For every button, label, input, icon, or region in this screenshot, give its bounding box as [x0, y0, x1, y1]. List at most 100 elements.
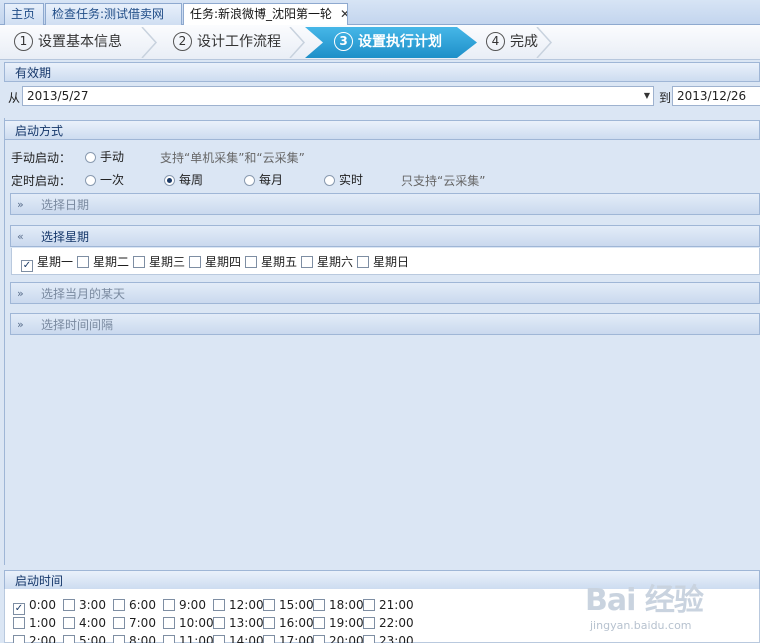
wizard-steps: 1 设置基本信息 2 设计工作流程 3 设置执行计划 4 完成: [0, 25, 760, 60]
hour-checkbox[interactable]: 4:00: [63, 616, 106, 630]
hour-checkbox[interactable]: ✓ 0:00: [13, 598, 56, 615]
radio-circle: [244, 175, 255, 186]
manual-radio[interactable]: 手动: [85, 150, 124, 164]
timed-realtime-radio[interactable]: 实时: [324, 173, 363, 187]
timed-once-radio[interactable]: 一次: [85, 173, 124, 187]
hour-checkbox[interactable]: 9:00: [163, 598, 206, 612]
checkbox: [301, 256, 313, 268]
checkbox-label: 星期三: [149, 255, 186, 269]
hour-checkbox[interactable]: 13:00: [213, 616, 264, 630]
checkbox-label: 20:00: [329, 634, 364, 643]
to-label: 到: [659, 91, 672, 105]
checkbox: [363, 617, 375, 629]
hour-checkbox[interactable]: 16:00: [263, 616, 314, 630]
chevron-down-icon[interactable]: ▼: [644, 87, 650, 105]
hour-checkbox[interactable]: 17:00: [263, 634, 314, 643]
tab-current-task[interactable]: 任务:新浪微博_沈阳第一轮 ✕: [183, 3, 348, 26]
weekday-checkbox-thu[interactable]: 星期四: [189, 255, 241, 269]
select-date-panel-header[interactable]: » 选择日期: [10, 193, 760, 215]
double-chevron-down-icon: »: [17, 287, 24, 300]
checkbox: [189, 256, 201, 268]
hour-checkbox[interactable]: 11:00: [163, 634, 214, 643]
hour-checkbox[interactable]: 8:00: [113, 634, 156, 643]
hour-checkbox[interactable]: 18:00: [313, 598, 364, 612]
panel-title: 选择当月的某天: [41, 287, 126, 301]
checkbox: [113, 617, 125, 629]
weekday-checkbox-fri[interactable]: 星期五: [245, 255, 297, 269]
step-number: 3: [334, 32, 353, 51]
hour-checkbox[interactable]: 7:00: [113, 616, 156, 630]
checkbox-label: 3:00: [79, 598, 106, 612]
from-date-combo[interactable]: 2013/5/27 ▼: [22, 86, 654, 106]
timed-weekly-radio[interactable]: 每周: [164, 173, 203, 187]
checkbox: [13, 635, 25, 643]
weekday-checkbox-sat[interactable]: 星期六: [301, 255, 353, 269]
hour-checkbox[interactable]: 2:00: [13, 634, 56, 643]
checkbox-label: 11:00: [179, 634, 214, 643]
hour-checkbox[interactable]: 23:00: [363, 634, 414, 643]
checkbox-label: 23:00: [379, 634, 414, 643]
hour-checkbox[interactable]: 14:00: [213, 634, 264, 643]
checkbox: [263, 635, 275, 643]
hour-checkbox[interactable]: 6:00: [113, 598, 156, 612]
checkbox-label: 15:00: [279, 598, 314, 612]
wizard-step-4[interactable]: 4 完成: [486, 27, 538, 58]
close-icon[interactable]: ✕: [340, 4, 347, 24]
checkbox: [63, 635, 75, 643]
checkbox-label: 星期一: [37, 255, 74, 269]
manual-start-label: 手动启动：: [11, 151, 72, 165]
checkbox: [213, 617, 225, 629]
hour-checkbox[interactable]: 5:00: [63, 634, 106, 643]
wizard-step-3[interactable]: 3 设置执行计划: [334, 27, 442, 58]
checkbox-label: 星期五: [261, 255, 298, 269]
select-interval-panel-header[interactable]: » 选择时间间隔: [10, 313, 760, 335]
validity-header: 有效期: [4, 62, 760, 82]
radio-label: 一次: [100, 173, 125, 187]
from-label: 从: [8, 91, 21, 105]
watermark-main: Bai 经验: [585, 583, 704, 618]
hour-checkbox[interactable]: 22:00: [363, 616, 414, 630]
panel-title: 选择时间间隔: [41, 318, 114, 332]
checkbox: [313, 599, 325, 611]
step-label: 设置执行计划: [358, 34, 442, 50]
timed-monthly-radio[interactable]: 每月: [244, 173, 283, 187]
weekday-list: ✓ 星期一 星期二 星期三 星期四 星期五 星期六 星期日: [11, 248, 760, 275]
hour-checkbox[interactable]: 3:00: [63, 598, 106, 612]
checkbox: [263, 599, 275, 611]
weekday-checkbox-mon[interactable]: ✓ 星期一: [21, 255, 73, 272]
select-week-panel-header[interactable]: « 选择星期: [10, 225, 760, 247]
checkbox: [363, 599, 375, 611]
tab-home[interactable]: 主页: [4, 3, 44, 25]
to-date-combo[interactable]: 2013/12/26: [672, 86, 760, 106]
checkbox: ✓: [21, 260, 33, 272]
step-number: 2: [173, 32, 192, 51]
checkbox: [263, 617, 275, 629]
checkbox-label: 8:00: [129, 634, 156, 643]
weekday-checkbox-tue[interactable]: 星期二: [77, 255, 129, 269]
checkbox-label: 6:00: [129, 598, 156, 612]
radio-label: 每月: [259, 173, 284, 187]
panel-title: 选择日期: [41, 198, 90, 212]
hour-checkbox[interactable]: 1:00: [13, 616, 56, 630]
double-chevron-up-icon: «: [17, 230, 24, 243]
hour-checkbox[interactable]: 21:00: [363, 598, 414, 612]
checkbox: [213, 599, 225, 611]
hour-checkbox[interactable]: 19:00: [313, 616, 364, 630]
weekday-checkbox-wed[interactable]: 星期三: [133, 255, 185, 269]
wizard-step-1[interactable]: 1 设置基本信息: [14, 27, 122, 58]
checkbox: [313, 635, 325, 643]
checkbox-label: 2:00: [29, 634, 56, 643]
select-month-day-panel-header[interactable]: » 选择当月的某天: [10, 282, 760, 304]
checkbox-label: 14:00: [229, 634, 264, 643]
hour-checkbox[interactable]: 15:00: [263, 598, 314, 612]
wizard-step-2[interactable]: 2 设计工作流程: [173, 27, 281, 58]
checkbox: [13, 617, 25, 629]
checkbox-label: 7:00: [129, 616, 156, 630]
checkbox: [77, 256, 89, 268]
hour-checkbox[interactable]: 10:00: [163, 616, 214, 630]
hour-checkbox[interactable]: 20:00: [313, 634, 364, 643]
checkbox: [163, 599, 175, 611]
hour-checkbox[interactable]: 12:00: [213, 598, 264, 612]
weekday-checkbox-sun[interactable]: 星期日: [357, 255, 409, 269]
tab-check-task[interactable]: 检查任务:测试借卖网: [45, 3, 182, 25]
